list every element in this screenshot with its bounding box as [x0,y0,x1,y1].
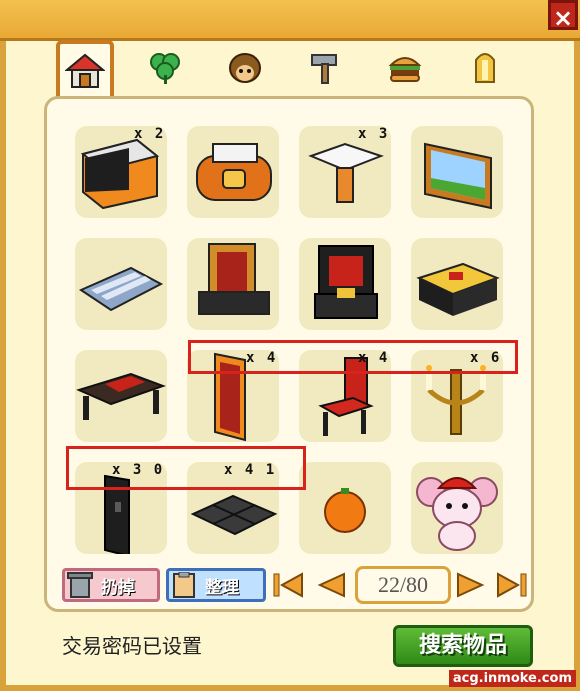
item-slot-orange-sofa[interactable] [187,126,279,218]
item-qty: x 3 [358,126,390,142]
throne-icon [314,245,378,319]
tab-plant[interactable] [136,40,194,94]
item-qty: x 2 [134,126,166,142]
item-slot-landscape-painting[interactable] [411,126,503,218]
burger-icon [388,57,422,82]
category-tabs [50,40,530,98]
tab-tools[interactable] [296,40,354,94]
sort-label: 整理 [205,577,239,598]
tab-character[interactable] [216,40,274,94]
window-screen-icon [198,243,270,315]
item-slot-pink-mouse-doll[interactable] [411,462,503,554]
pink-mouse-icon [416,477,498,551]
hedgehog-icon [229,53,261,83]
discard-label: 扔掉 [101,577,135,598]
orange-fruit-icon [324,488,366,533]
painting-icon [424,142,492,210]
tab-misc[interactable] [456,40,514,94]
item-slot-orange[interactable] [299,462,391,554]
prev-page-button[interactable] [314,570,348,600]
clover-icon [150,53,180,84]
orange-sofa-icon [196,143,272,201]
tab-house[interactable] [56,40,114,98]
item-slot-window-screen-shelf[interactable] [187,238,279,330]
first-page-button[interactable] [272,570,306,600]
gold-chest-icon [416,262,500,316]
next-page-button[interactable] [454,570,488,600]
item-slot-red-throne-seat[interactable] [299,238,391,330]
trade-password-status: 交易密码已设置 [62,634,202,658]
highlight-box [188,340,518,374]
highlight-box [66,446,306,490]
item-slot-gold-chest[interactable] [411,238,503,330]
sort-button[interactable]: 整理 [166,568,266,602]
last-page-button[interactable] [494,570,528,600]
search-items-button[interactable]: 搜索物品 [393,625,533,667]
long-table-icon [76,372,166,420]
item-slot-dark-long-table[interactable] [75,350,167,442]
page-indicator: 22/80 [355,566,451,604]
trash-icon [67,572,93,598]
tab-food[interactable] [376,40,434,94]
bell-icon [475,53,495,83]
item-slot-striped-rug[interactable] [75,238,167,330]
striped-rug-icon [78,266,164,312]
watermark: acg.inmoke.com [448,670,576,687]
clipboard-icon [173,572,195,598]
hammer-icon [311,54,337,84]
title-bar [0,0,580,41]
discard-button[interactable]: 扔掉 [62,568,160,602]
close-button[interactable]: × [548,0,578,32]
house-icon [65,53,105,88]
